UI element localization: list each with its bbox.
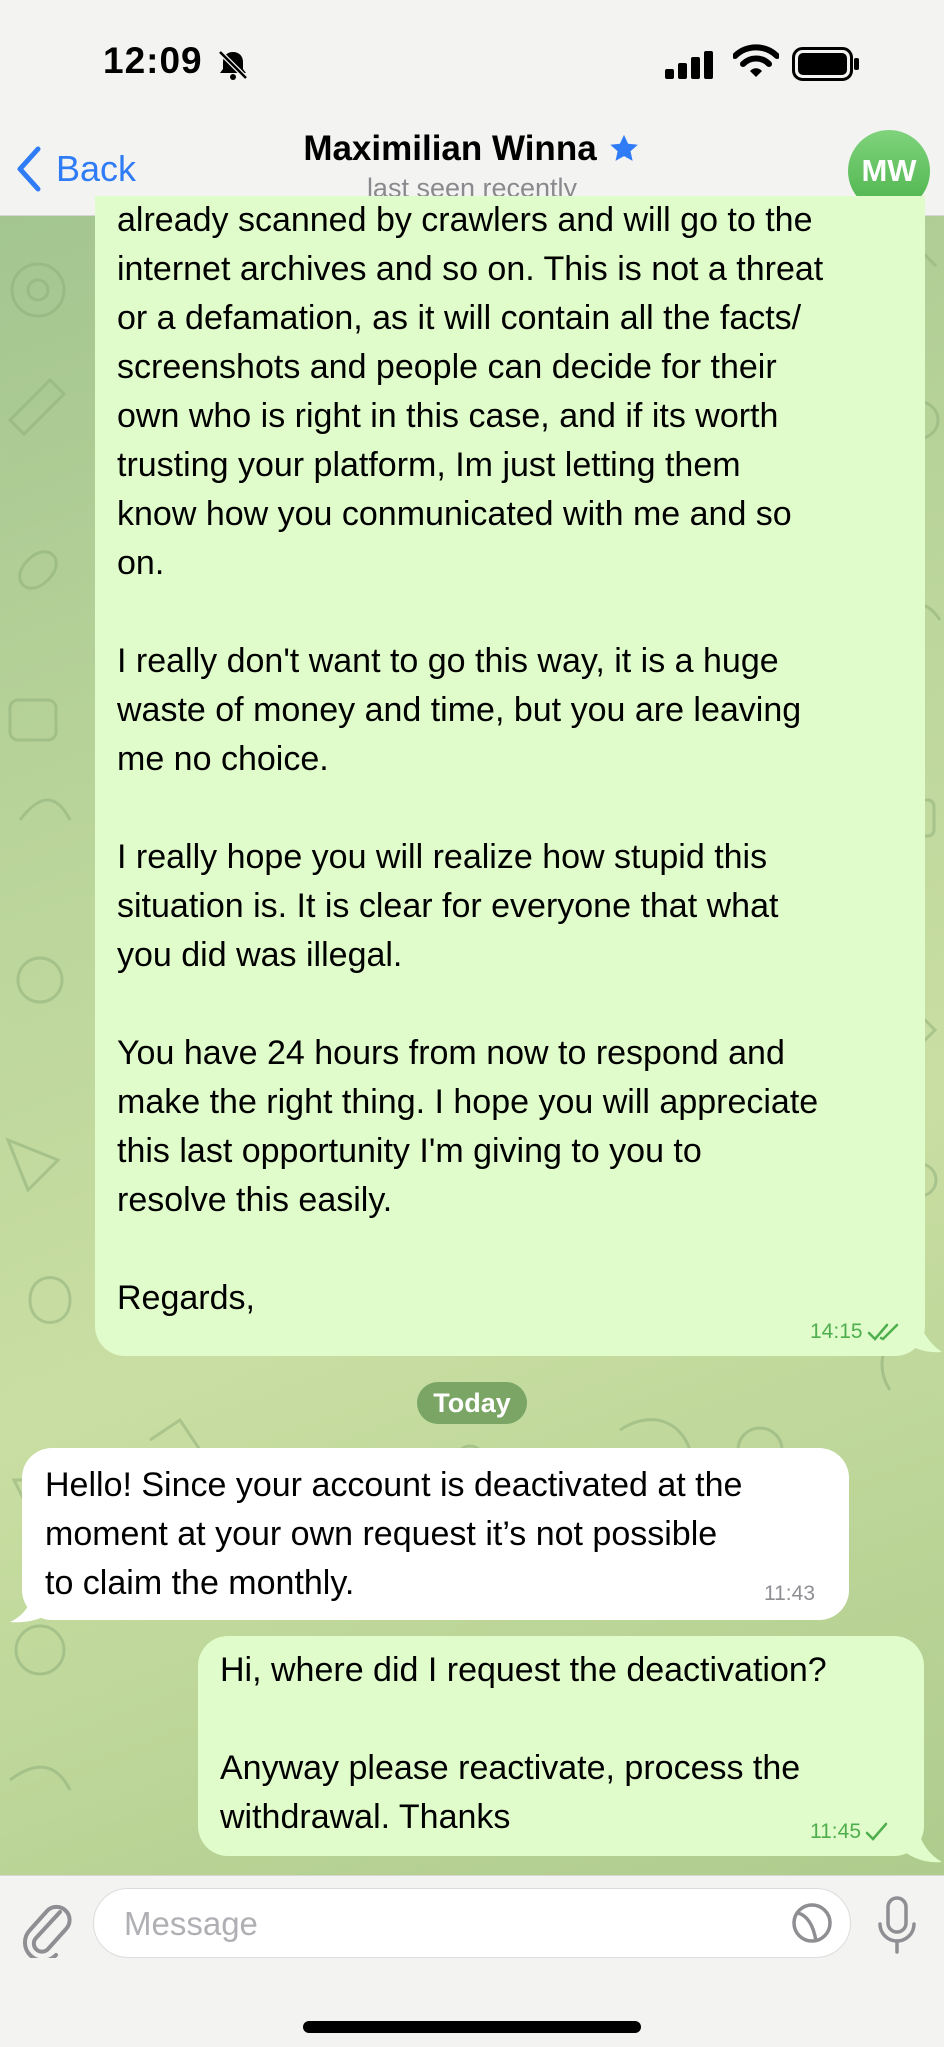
double-check-icon [867, 1323, 898, 1341]
message-time: 11:43 [764, 1582, 815, 1605]
message-time: 14:15 [810, 1320, 863, 1343]
composer-bar [0, 1875, 944, 2047]
message-meta: 11:43 [764, 1582, 815, 1606]
home-indicator [303, 2021, 641, 2033]
microphone-icon[interactable] [876, 1896, 918, 1956]
incoming-message-bubble[interactable]: Hello! Since your account is deactivated… [22, 1448, 849, 1620]
message-text: Hi, where did I request the deactivation… [220, 1651, 827, 1836]
message-text: already scanned by crawlers and will go … [117, 201, 824, 1317]
message-time: 11:45 [810, 1820, 861, 1843]
check-icon [865, 1822, 888, 1841]
message-meta: 14:15 [810, 1320, 901, 1344]
message-meta: 11:45 [810, 1820, 889, 1844]
sticker-icon[interactable] [790, 1901, 834, 1945]
message-input[interactable] [122, 1899, 766, 1949]
paperclip-icon[interactable] [20, 1898, 72, 1958]
date-separator: Today [417, 1382, 527, 1424]
message-text: Hello! Since your account is deactivated… [45, 1466, 743, 1602]
message-input-container[interactable] [93, 1888, 851, 1958]
outgoing-message-bubble[interactable]: already scanned by crawlers and will go … [95, 196, 925, 1356]
